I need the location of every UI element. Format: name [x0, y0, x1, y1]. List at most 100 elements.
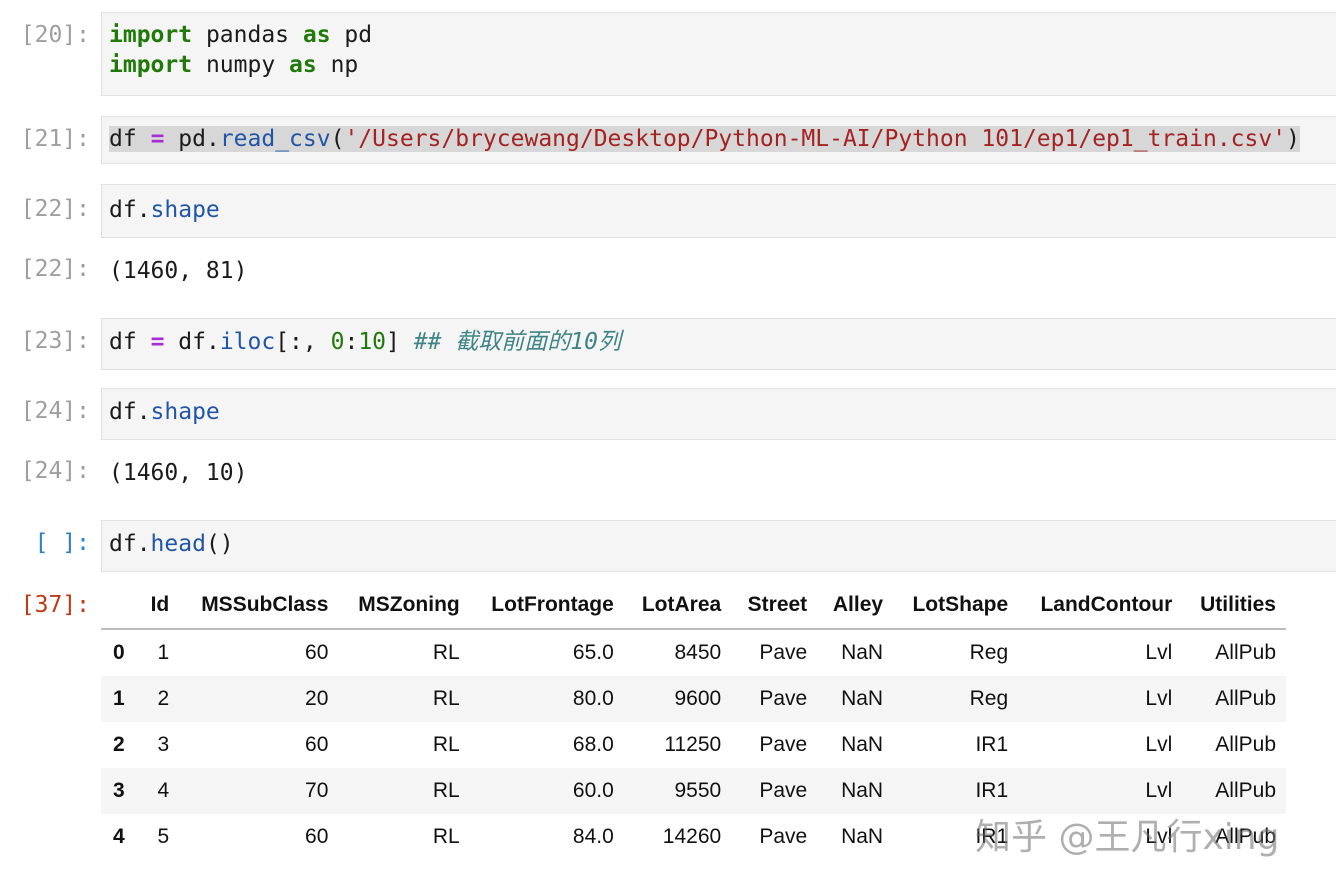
table-cell: AllPub: [1215, 825, 1276, 848]
output-text: (1460, 81): [109, 258, 248, 284]
cell-24[interactable]: [24]: df.shape: [0, 388, 1336, 440]
table-cell: Reg: [969, 641, 1009, 664]
code-text: df.: [109, 531, 151, 557]
keyword: import: [109, 52, 193, 78]
table-cell: 8450: [674, 641, 722, 664]
string-literal: '/Users/brycewang/Desktop/Python-ML-AI/P…: [344, 126, 1287, 152]
table-row: 2 3 60 RL 68.0 11250 Pave NaN IR1 Lvl Al…: [101, 722, 1286, 768]
column-header: Street: [731, 582, 818, 630]
table-cell: Lvl: [1145, 733, 1173, 756]
table-cell: 60: [305, 733, 329, 756]
table-cell: Pave: [759, 641, 808, 664]
table-row: 4 5 60 RL 84.0 14260 Pave NaN IR1 Lvl Al…: [101, 814, 1286, 860]
table-cell: AllPub: [1215, 779, 1276, 802]
code-text: pandas: [192, 22, 303, 48]
table-cell: Lvl: [1145, 687, 1173, 710]
cell-21[interactable]: [21]: df = pd.read_csv('/Users/brycewang…: [0, 116, 1336, 164]
column-header: LandContour: [1018, 582, 1183, 630]
input-prompt: [20]:: [20, 22, 90, 48]
table-cell: Pave: [759, 779, 808, 802]
table-cell: RL: [432, 733, 460, 756]
table-cell: 60: [305, 641, 329, 664]
selected-code: df = pd.read_csv('/Users/brycewang/Deskt…: [109, 126, 1300, 152]
column-header: Alley: [817, 582, 894, 630]
keyword: as: [302, 22, 331, 48]
code-line: df.shape: [109, 397, 220, 427]
output-prompt: [37]:: [20, 592, 90, 618]
row-index: 1: [113, 687, 125, 710]
table-cell: 1: [157, 641, 170, 664]
input-prompt: [ ]:: [34, 530, 90, 556]
table-cell: NaN: [841, 825, 884, 848]
attribute-name: iloc: [219, 329, 276, 355]
code-text: ): [1286, 126, 1300, 152]
table-cell: NaN: [841, 779, 884, 802]
table-cell: NaN: [841, 733, 884, 756]
number-literal: 0: [330, 329, 345, 355]
code-input-box[interactable]: [101, 184, 1336, 238]
table-cell: 84.0: [572, 825, 614, 848]
table-header-row: Id MSSubClass MSZoning LotFrontage LotAr…: [101, 582, 1286, 630]
code-line: df.shape: [109, 195, 220, 225]
table-cell: 11250: [664, 733, 722, 756]
input-prompt: [23]:: [20, 328, 90, 354]
table-cell: Pave: [759, 733, 808, 756]
cell-23[interactable]: [23]: df = df.iloc[:, 0:10] ## 截取前面的10列: [0, 318, 1336, 370]
table-row: 1 2 20 RL 80.0 9600 Pave NaN Reg Lvl All…: [101, 676, 1286, 722]
operator: =: [150, 329, 165, 355]
table-cell: RL: [432, 641, 460, 664]
attribute-name: shape: [150, 197, 220, 223]
table-cell: AllPub: [1215, 733, 1276, 756]
dataframe-table: Id MSSubClass MSZoning LotFrontage LotAr…: [101, 582, 1286, 860]
function-name: read_csv: [219, 126, 331, 152]
table-cell: AllPub: [1215, 687, 1276, 710]
output-text: (1460, 10): [109, 460, 248, 486]
table-row: 0 1 60 RL 65.0 8450 Pave NaN Reg Lvl All…: [101, 629, 1286, 676]
output-prompt: [24]:: [20, 458, 90, 484]
cell-20[interactable]: [20]: import pandas as pd import numpy a…: [0, 12, 1336, 96]
table-cell: NaN: [841, 641, 884, 664]
table-cell: NaN: [841, 687, 884, 710]
table-cell: 4: [157, 779, 170, 802]
input-prompt: [22]:: [20, 196, 90, 222]
table-cell: RL: [432, 687, 460, 710]
input-prompt: [21]:: [20, 126, 90, 152]
column-header: MSZoning: [338, 582, 470, 630]
table-cell: IR1: [975, 779, 1009, 802]
table-cell: 60: [305, 825, 329, 848]
code-text: df: [109, 126, 137, 152]
column-header: Utilities: [1182, 582, 1286, 630]
table-cell: 2: [157, 687, 170, 710]
cell-22[interactable]: [22]: df.shape: [0, 184, 1336, 238]
table-cell: Reg: [969, 687, 1009, 710]
column-header: [101, 582, 138, 630]
code-input-box[interactable]: [101, 388, 1336, 440]
code-text: df.: [109, 399, 151, 425]
row-index: 0: [113, 641, 125, 664]
table-cell: AllPub: [1215, 641, 1276, 664]
column-header: MSSubClass: [179, 582, 339, 630]
input-prompt: [24]:: [20, 398, 90, 424]
attribute-name: shape: [150, 399, 220, 425]
table-cell: IR1: [975, 825, 1009, 848]
column-header: LotShape: [893, 582, 1019, 630]
column-header: LotFrontage: [469, 582, 624, 630]
cell-head[interactable]: [ ]: df.head(): [0, 520, 1336, 572]
code-line: df.head(): [109, 529, 234, 559]
output-22: [22]: (1460, 81): [0, 252, 1336, 292]
function-name: head: [150, 531, 206, 557]
table-cell: 20: [305, 687, 329, 710]
row-index: 2: [113, 733, 125, 756]
table-cell: Lvl: [1145, 641, 1173, 664]
code-text: ]: [386, 329, 414, 355]
row-index: 3: [113, 779, 125, 802]
code-input-box[interactable]: [101, 520, 1336, 572]
code-comment: ## 截取前面的10列: [413, 329, 621, 355]
code-text: df.: [109, 197, 151, 223]
table-cell: 9550: [674, 779, 722, 802]
table-cell: RL: [432, 825, 460, 848]
column-header: Id: [137, 582, 180, 630]
code-text: df.: [164, 329, 220, 355]
number-literal: 10: [358, 329, 387, 355]
table-cell: RL: [432, 779, 460, 802]
